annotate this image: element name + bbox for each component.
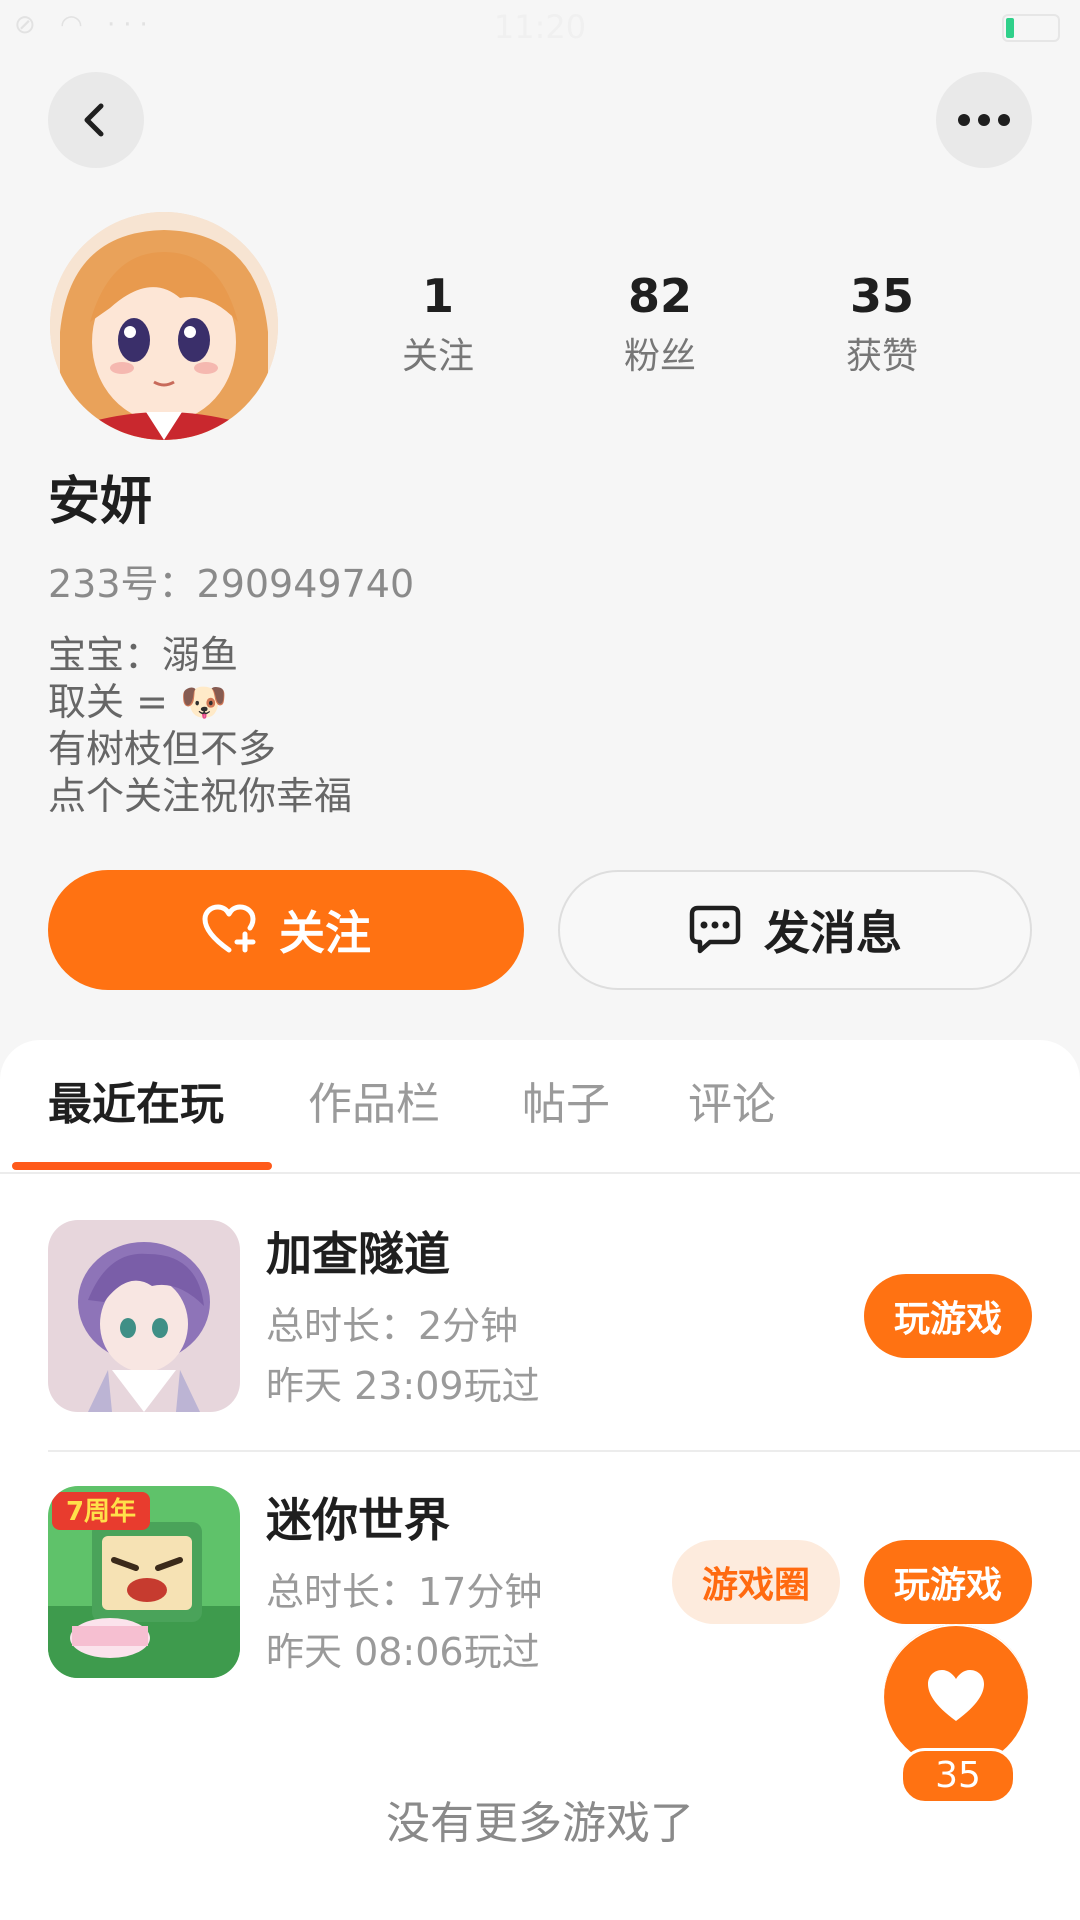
heart-plus-icon xyxy=(202,904,256,953)
status-bar: ⊘ ◠ ··· 11:20 xyxy=(0,0,1080,56)
follow-label: 关注 xyxy=(279,906,371,960)
message-label: 发消息 xyxy=(764,906,902,960)
tab-recent-playing[interactable]: 最近在玩 xyxy=(48,1078,224,1132)
chat-bubble-icon xyxy=(689,905,741,954)
username: 安妍 xyxy=(48,472,153,532)
stat-following-label: 关注 xyxy=(401,336,474,377)
game-icon-gacha-tunnel[interactable] xyxy=(48,1220,240,1412)
game-name: 加查隧道 xyxy=(266,1227,450,1281)
game-last-played: 昨天 08:06玩过 xyxy=(266,1630,540,1674)
like-count-badge: 35 xyxy=(900,1748,1016,1804)
tab-bar: 最近在玩 作品栏 帖子 评论 xyxy=(0,1040,1080,1174)
bio-line: 有树枝但不多 xyxy=(48,727,277,771)
stat-likes[interactable]: 35 获赞 xyxy=(782,268,982,380)
stat-likes-value: 35 xyxy=(849,269,914,323)
status-time: 11:20 xyxy=(493,8,587,46)
tab-works[interactable]: 作品栏 xyxy=(308,1078,440,1132)
heart-icon xyxy=(928,1670,984,1721)
more-button[interactable] xyxy=(936,72,1032,168)
bio-line: 取关 = 🐶 xyxy=(48,680,228,724)
stat-following[interactable]: 1 关注 xyxy=(338,268,538,380)
follow-button[interactable]: 关注 xyxy=(48,870,524,990)
tab-posts[interactable]: 帖子 xyxy=(522,1078,610,1132)
like-button[interactable] xyxy=(884,1624,1028,1768)
tab-indicator xyxy=(12,1162,272,1170)
bio-line: 点个关注祝你幸福 xyxy=(48,774,353,818)
more-horizontal-icon xyxy=(958,114,1010,126)
avatar[interactable] xyxy=(50,212,278,440)
user-id: 233号：290949740 xyxy=(48,562,415,606)
game-last-played: 昨天 23:09玩过 xyxy=(266,1364,540,1408)
avatar-illustration xyxy=(50,212,278,440)
tab-comments[interactable]: 评论 xyxy=(688,1078,776,1132)
stat-fans-label: 粉丝 xyxy=(623,336,696,377)
stat-likes-label: 获赞 xyxy=(845,336,918,377)
bio-line: 宝宝：溺鱼 xyxy=(48,633,239,677)
message-button[interactable]: 发消息 xyxy=(558,870,1032,990)
back-button[interactable] xyxy=(48,72,144,168)
game-row[interactable]: 加查隧道 总时长：2分钟 昨天 23:09玩过 玩游戏 xyxy=(48,1220,1080,1440)
game-name: 迷你世界 xyxy=(266,1493,450,1547)
game-badge-text: 7周年 xyxy=(66,1496,136,1527)
play-game-button[interactable]: 玩游戏 xyxy=(864,1274,1032,1358)
battery-icon xyxy=(1002,14,1060,42)
chevron-left-icon xyxy=(84,103,104,137)
game-icon-mini-world[interactable]: 7周年 xyxy=(48,1486,240,1678)
bio: 宝宝：溺鱼 取关 = 🐶 有树枝但不多 点个关注祝你幸福 xyxy=(48,632,352,820)
game-duration: 总时长：17分钟 xyxy=(266,1570,543,1614)
game-icon-art: 7周年 xyxy=(48,1486,240,1678)
no-more-games-text: 没有更多游戏了 xyxy=(386,1798,694,1849)
play-game-button[interactable]: 玩游戏 xyxy=(864,1540,1032,1624)
divider xyxy=(48,1450,1080,1452)
stat-fans[interactable]: 82 粉丝 xyxy=(560,268,760,380)
stat-fans-value: 82 xyxy=(627,269,692,323)
game-duration: 总时长：2分钟 xyxy=(266,1304,519,1348)
divider xyxy=(0,1172,1080,1174)
game-icon-art xyxy=(48,1220,240,1412)
game-circle-button[interactable]: 游戏圈 xyxy=(672,1540,840,1624)
stat-following-value: 1 xyxy=(421,269,454,323)
